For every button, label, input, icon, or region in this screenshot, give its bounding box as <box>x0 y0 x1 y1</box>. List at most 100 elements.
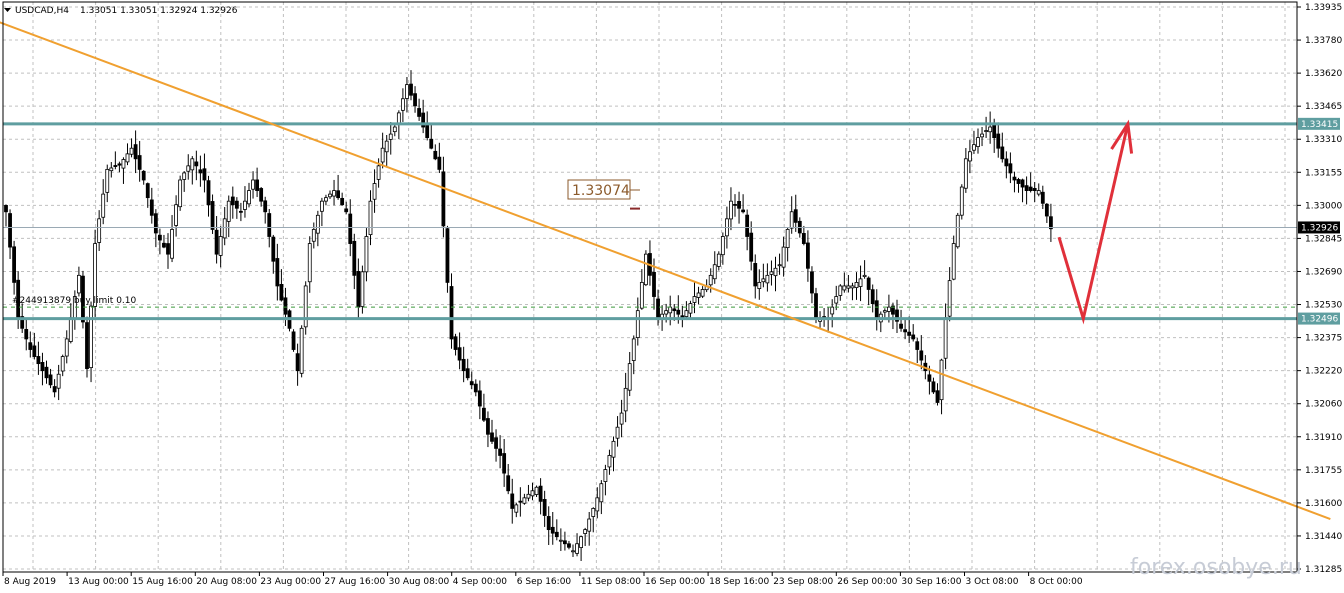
candle-body <box>279 284 284 301</box>
candle-body <box>433 150 438 160</box>
candle-body <box>125 153 130 163</box>
candle-body <box>259 188 264 202</box>
candle-body <box>32 345 37 357</box>
candle-body <box>708 274 713 286</box>
candle-body <box>368 200 373 236</box>
candle-body <box>611 440 616 458</box>
candle-body <box>101 193 106 218</box>
candle-body <box>445 228 450 283</box>
candle-body <box>688 303 693 314</box>
candle-body <box>486 418 490 435</box>
candle-body <box>1008 163 1013 174</box>
candle-body <box>315 214 320 234</box>
candle-body <box>644 253 648 286</box>
candle-body <box>295 353 300 372</box>
candle-body <box>251 179 255 190</box>
candle-body <box>874 300 879 319</box>
candle-body <box>789 211 794 229</box>
candle-body <box>291 331 296 350</box>
candle-body <box>494 437 498 449</box>
candle-body <box>186 165 191 172</box>
y-tick-label: 1.32375 <box>1305 334 1342 344</box>
candle-body <box>522 497 527 504</box>
x-tick-label: 16 Sep 00:00 <box>645 577 705 587</box>
candle-body <box>48 374 53 386</box>
candle-body <box>360 271 365 307</box>
candle-body <box>810 271 814 294</box>
candle-body <box>830 306 835 315</box>
candle-body <box>60 356 65 372</box>
candle-body <box>162 242 166 248</box>
candle-body <box>409 83 413 96</box>
candle-body <box>64 338 69 357</box>
candle-body <box>109 167 114 172</box>
candle-body <box>737 200 741 209</box>
candle-body <box>218 236 223 256</box>
y-tick-label: 1.33465 <box>1305 102 1342 112</box>
candle-body <box>194 161 199 167</box>
candle-body <box>234 200 239 209</box>
candle-body <box>40 362 45 372</box>
y-tick-label: 1.33620 <box>1305 69 1342 79</box>
candle-body <box>384 140 389 153</box>
candle-body <box>988 126 993 133</box>
candle-body <box>769 271 774 275</box>
candle-body <box>198 169 203 174</box>
candle-body <box>210 201 215 230</box>
candle-body <box>741 209 745 213</box>
x-tick-label: 30 Sep 16:00 <box>901 577 961 587</box>
candle-body <box>1032 188 1037 191</box>
candle-body <box>968 151 972 162</box>
candle-body <box>380 147 385 163</box>
candle-body <box>514 504 519 513</box>
candle-body <box>344 208 349 213</box>
candle-body <box>247 190 251 205</box>
candle-body <box>720 236 725 256</box>
candle-body <box>12 246 17 283</box>
candle-body <box>806 242 810 269</box>
candle-body <box>781 246 786 268</box>
candle-body <box>1004 158 1009 167</box>
candle-body <box>1020 179 1025 188</box>
candle-body <box>664 310 669 315</box>
candle-body <box>518 500 523 503</box>
y-tick-label: 1.32060 <box>1305 400 1342 410</box>
candle-body <box>951 243 956 280</box>
candle-body <box>405 84 409 99</box>
candle-body <box>117 163 122 166</box>
current-price-tag-text: 1.32926 <box>1301 223 1338 233</box>
candle-body <box>319 200 324 212</box>
candle-body <box>882 310 887 313</box>
candle-body <box>348 213 353 244</box>
candle-body <box>113 165 118 167</box>
candle-body <box>1040 191 1045 204</box>
x-tick-label: 8 Oct 00:00 <box>1030 577 1083 587</box>
candle-body <box>579 536 583 548</box>
candle-body <box>145 183 150 199</box>
candle-body <box>623 387 628 412</box>
candle-body <box>639 282 644 309</box>
candle-body <box>692 296 697 303</box>
candle-body <box>838 285 843 296</box>
candle-body <box>631 338 636 361</box>
candle-body <box>275 258 280 287</box>
price-chart[interactable]: #244913879 buy limit 0.10 1.32926 1.33415 1… <box>0 0 1344 593</box>
candle-body <box>1000 146 1005 160</box>
candle-body <box>392 126 397 133</box>
x-tick-label: 18 Sep 16:00 <box>709 577 769 587</box>
candle-body <box>668 306 673 314</box>
x-tick-label: 26 Sep 00:00 <box>837 577 897 587</box>
candle-body <box>595 497 600 512</box>
y-tick-label: 1.31755 <box>1305 466 1342 476</box>
candle-body <box>157 234 162 241</box>
candle-body <box>372 183 377 200</box>
candle-body <box>481 407 486 421</box>
candle-body <box>947 280 952 317</box>
candle-body <box>627 363 632 391</box>
candle-body <box>899 323 903 329</box>
candle-body <box>834 296 839 304</box>
candle-body <box>299 327 304 374</box>
y-tick-label: 1.31910 <box>1305 433 1342 443</box>
level-price-tag-text: 1.32496 <box>1301 315 1338 325</box>
candle-body <box>757 282 762 290</box>
